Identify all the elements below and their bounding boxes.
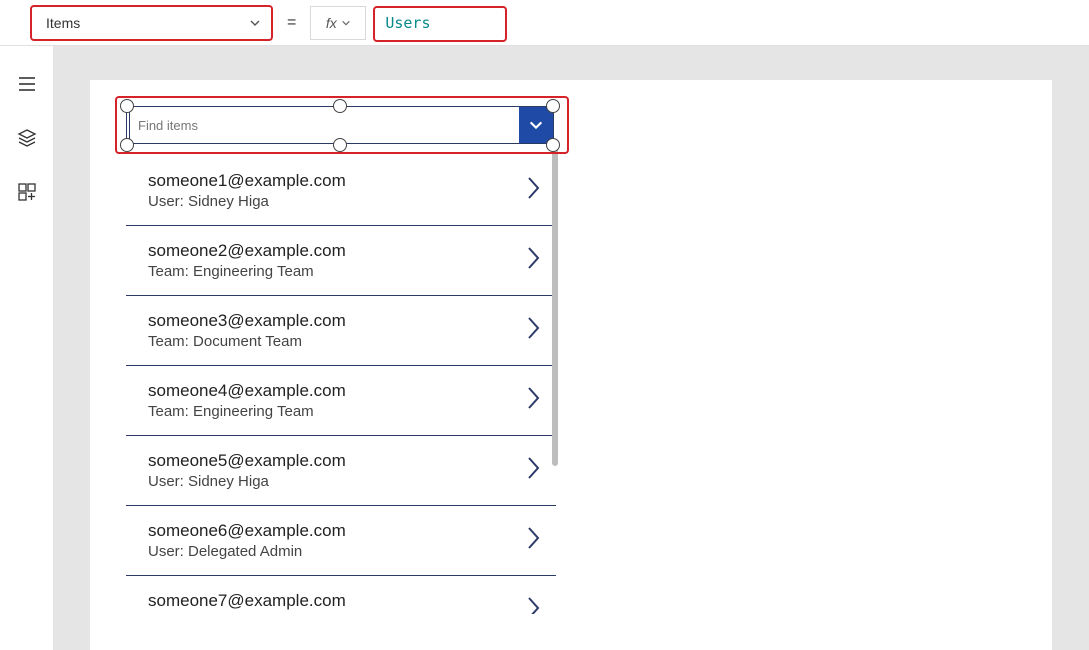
list-item[interactable]: someone3@example.com Team: Document Team (126, 296, 556, 366)
resize-handle[interactable] (546, 99, 560, 113)
chevron-down-icon (249, 17, 261, 29)
row-email: someone1@example.com (148, 171, 346, 191)
row-email: someone6@example.com (148, 521, 346, 541)
chevron-down-icon (341, 18, 351, 28)
list-item[interactable]: someone2@example.com Team: Engineering Te… (126, 226, 556, 296)
row-email: someone2@example.com (148, 241, 346, 261)
formula-input[interactable]: Users (366, 6, 1077, 40)
resize-handle[interactable] (120, 138, 134, 152)
row-texts: someone5@example.com User: Sidney Higa (148, 451, 346, 490)
list-item[interactable]: someone7@example.com User: Robert Lyon (126, 576, 556, 614)
row-email: someone4@example.com (148, 381, 346, 401)
property-name: Items (46, 15, 80, 31)
canvas-area: Find items someone1@example.com User: Sid… (54, 46, 1089, 650)
chevron-right-icon[interactable] (526, 455, 542, 487)
row-subtitle: Team: Document Team (148, 333, 346, 350)
row-email: someone5@example.com (148, 451, 346, 471)
row-email: someone7@example.com (148, 591, 346, 611)
row-subtitle: User: Delegated Admin (148, 543, 346, 560)
fx-button[interactable]: fx (310, 6, 366, 40)
row-subtitle: User: Robert Lyon (148, 613, 346, 614)
row-texts: someone3@example.com Team: Document Team (148, 311, 346, 350)
chevron-right-icon[interactable] (526, 245, 542, 277)
row-texts: someone2@example.com Team: Engineering Te… (148, 241, 346, 280)
row-subtitle: User: Sidney Higa (148, 473, 346, 490)
left-rail (0, 46, 54, 650)
chevron-right-icon[interactable] (526, 315, 542, 347)
list-item[interactable]: someone6@example.com User: Delegated Admi… (126, 506, 556, 576)
row-subtitle: Team: Engineering Team (148, 263, 346, 280)
row-texts: someone7@example.com User: Robert Lyon (148, 591, 346, 614)
resize-handle[interactable] (333, 99, 347, 113)
list-item[interactable]: someone4@example.com Team: Engineering Te… (126, 366, 556, 436)
chevron-right-icon[interactable] (526, 385, 542, 417)
row-subtitle: Team: Engineering Team (148, 403, 346, 420)
layers-icon[interactable] (17, 128, 37, 148)
resize-handle[interactable] (120, 99, 134, 113)
chevron-right-icon[interactable] (526, 525, 542, 557)
combobox-chevron[interactable] (519, 107, 553, 143)
resize-handle[interactable] (333, 138, 347, 152)
row-subtitle: User: Sidney Higa (148, 193, 346, 210)
formula-text: Users (375, 14, 430, 32)
apps-icon[interactable] (17, 182, 37, 202)
row-texts: someone1@example.com User: Sidney Higa (148, 171, 346, 210)
row-email: someone3@example.com (148, 311, 346, 331)
row-texts: someone6@example.com User: Delegated Admi… (148, 521, 346, 560)
equals-sign: = (287, 14, 296, 32)
scrollbar-thumb[interactable] (552, 146, 558, 466)
resize-handle[interactable] (546, 138, 560, 152)
gallery-list[interactable]: someone1@example.comUser: Sidney Higasom… (126, 144, 556, 614)
workspace: Find items someone1@example.com User: Sid… (0, 46, 1089, 650)
list-item[interactable]: someone1@example.com User: Sidney Higa (126, 156, 556, 226)
list-item[interactable]: someone5@example.com User: Sidney Higa (126, 436, 556, 506)
chevron-right-icon[interactable] (526, 175, 542, 207)
chevron-right-icon[interactable] (526, 595, 542, 615)
chevron-down-icon (528, 117, 544, 133)
row-texts: someone4@example.com Team: Engineering Te… (148, 381, 346, 420)
formula-bar: Items = fx Users (0, 0, 1089, 46)
fx-label: fx (326, 15, 337, 31)
hamburger-icon[interactable] (17, 74, 37, 94)
combobox-placeholder: Find items (129, 107, 519, 143)
property-selector[interactable]: Items (30, 5, 273, 41)
